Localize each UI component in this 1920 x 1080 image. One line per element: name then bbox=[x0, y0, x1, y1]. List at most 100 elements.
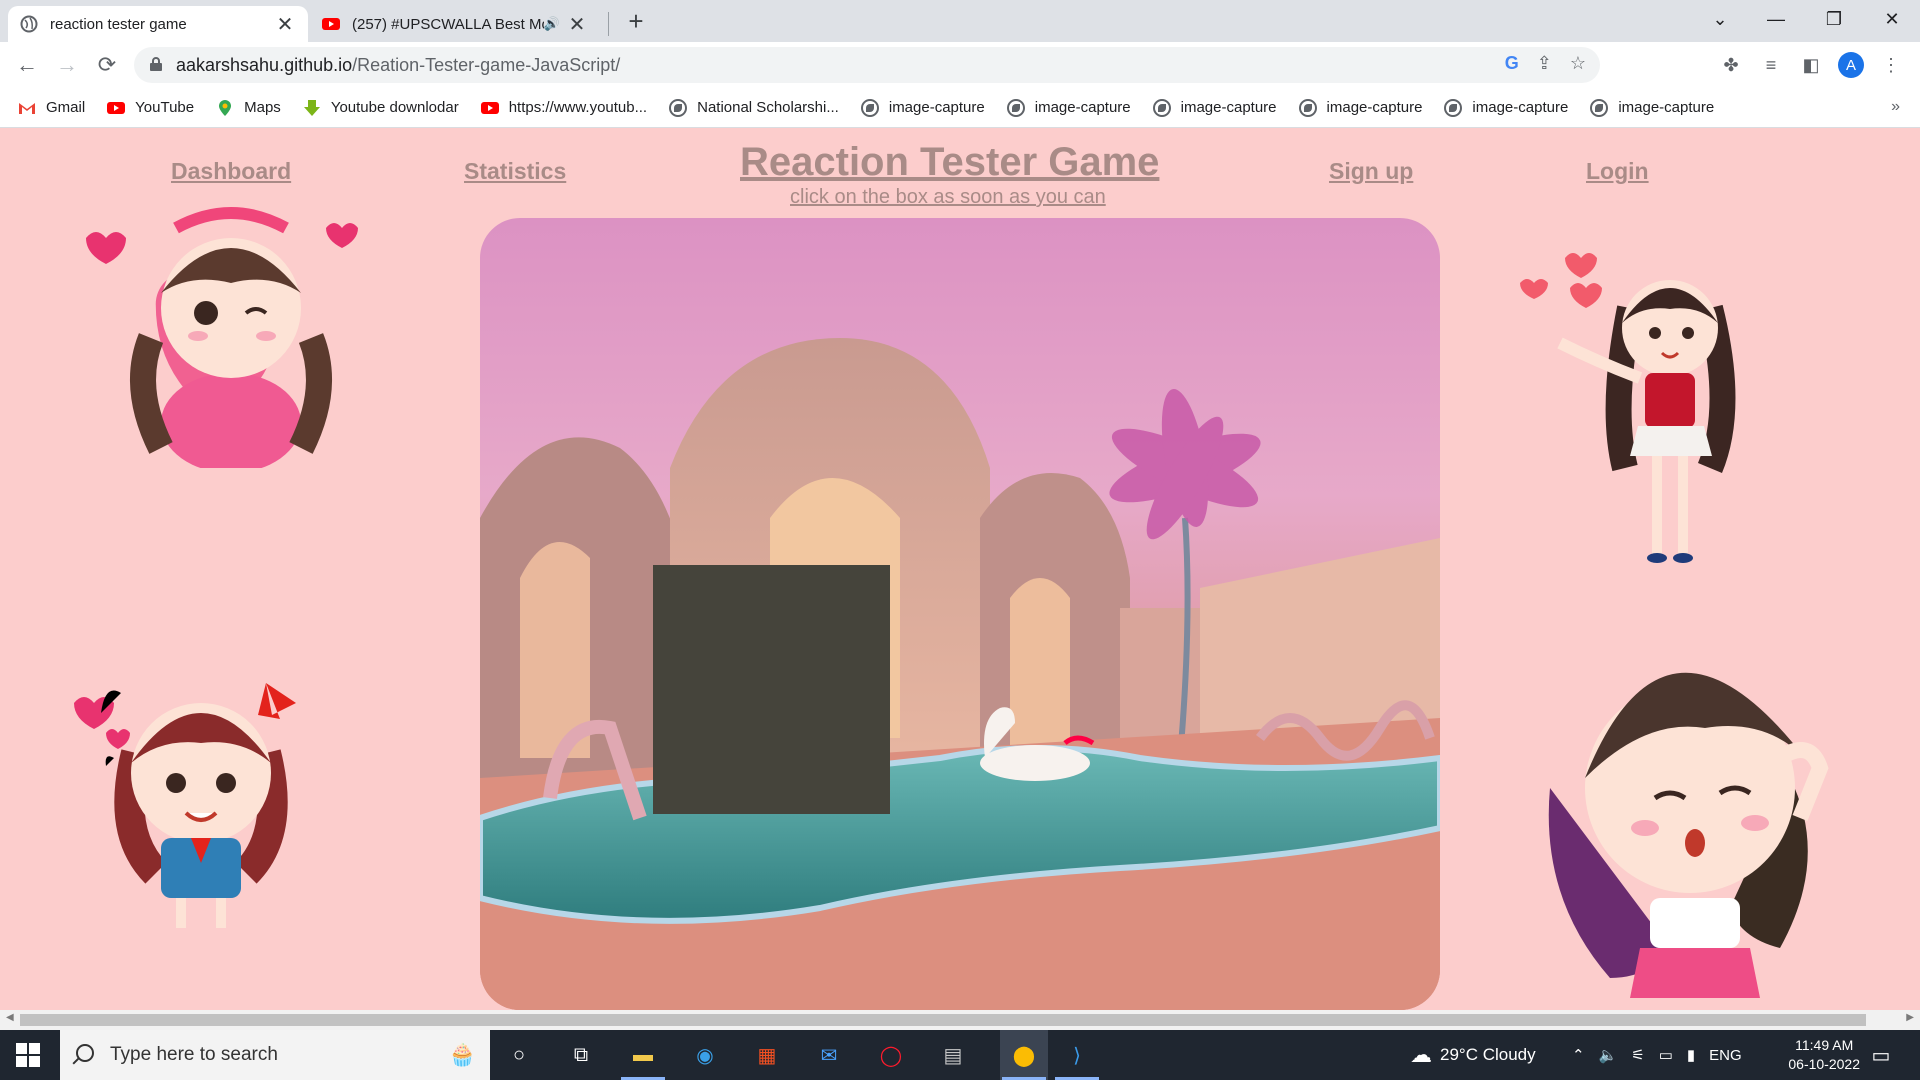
mail-icon[interactable]: ✉ bbox=[814, 1040, 844, 1070]
tab-title: (257) #UPSCWALLA Best Mo bbox=[352, 15, 544, 33]
task-view-icon[interactable]: ⧉ bbox=[566, 1040, 596, 1070]
weather-widget[interactable]: ☁ 29°C Cloudy bbox=[1410, 1030, 1536, 1080]
page-title: Reaction Tester Game bbox=[740, 140, 1160, 184]
media-control-icon[interactable]: ≡ bbox=[1756, 50, 1786, 80]
new-tab-button[interactable]: + bbox=[622, 6, 650, 37]
windows-taskbar: Type here to search 🧁 ○ ⧉ ▬ ◉ ▦ ✉ ◯ ▤ ⬤ … bbox=[0, 1030, 1920, 1080]
close-tab-icon[interactable]: ✕ bbox=[274, 12, 296, 37]
bookmark-national-scholarship[interactable]: National Scholarshi... bbox=[669, 98, 839, 117]
restore-button[interactable]: ❐ bbox=[1806, 0, 1862, 38]
browser-toolbar: ← → ⟳ aakarshsahu.github.io/Reation-Test… bbox=[0, 42, 1920, 88]
close-window-button[interactable]: ✕ bbox=[1864, 0, 1920, 38]
gmail-icon bbox=[19, 102, 35, 114]
chrome-icon[interactable]: ⬤ bbox=[1000, 1030, 1048, 1080]
tab-strip: reaction tester game ✕ (257) #UPSCWALLA … bbox=[0, 0, 1920, 42]
nav-signup[interactable]: Sign up bbox=[1329, 158, 1413, 185]
horizontal-scrollbar[interactable]: ◀ ▶ bbox=[0, 1010, 1920, 1030]
globe-icon bbox=[860, 98, 879, 117]
scroll-right-icon[interactable]: ▶ bbox=[1906, 1012, 1914, 1023]
globe-icon bbox=[1006, 98, 1025, 117]
bookmark-youtube-link[interactable]: https://www.youtub... bbox=[480, 99, 647, 117]
profile-avatar[interactable]: A bbox=[1836, 50, 1866, 80]
nav-login[interactable]: Login bbox=[1586, 158, 1649, 185]
tab-title: reaction tester game bbox=[50, 15, 187, 33]
address-bar[interactable]: aakarshsahu.github.io/Reation-Tester-gam… bbox=[134, 47, 1600, 83]
reload-button[interactable]: ⟳ bbox=[92, 50, 122, 80]
side-panel-icon[interactable]: ◧ bbox=[1796, 50, 1826, 80]
extensions-icon[interactable]: ✤ bbox=[1716, 50, 1746, 80]
cloud-icon: ☁ bbox=[1410, 1042, 1432, 1067]
minimize-button[interactable]: — bbox=[1748, 0, 1804, 38]
download-icon bbox=[303, 99, 320, 116]
bookmark-label: Gmail bbox=[46, 99, 86, 116]
maps-icon bbox=[219, 99, 232, 116]
opera-icon[interactable]: ◯ bbox=[876, 1040, 906, 1070]
scrollbar-thumb[interactable] bbox=[20, 1014, 1866, 1026]
cartoon-girl-purple-hair-image bbox=[1548, 672, 1829, 998]
youtube-icon bbox=[107, 101, 126, 114]
tab-youtube[interactable]: (257) #UPSCWALLA Best Mo 🔊 ✕ bbox=[310, 6, 600, 42]
speaker-icon[interactable]: 🔊 bbox=[544, 16, 560, 32]
close-tab-icon[interactable]: ✕ bbox=[566, 12, 588, 37]
bookmark-image-capture[interactable]: image-capture bbox=[1298, 98, 1423, 117]
forward-button[interactable]: → bbox=[52, 50, 82, 80]
weather-text: 29°C Cloudy bbox=[1440, 1045, 1536, 1064]
volume-icon[interactable]: 🔈 bbox=[1599, 1046, 1618, 1064]
pool-scene-background bbox=[480, 338, 1440, 1010]
nav-statistics[interactable]: Statistics bbox=[464, 158, 566, 185]
windows-start-icon[interactable] bbox=[16, 1043, 40, 1067]
reaction-target-box[interactable] bbox=[653, 565, 890, 814]
bookmark-image-capture[interactable]: image-capture bbox=[1152, 98, 1277, 117]
google-icon[interactable]: G bbox=[1505, 53, 1519, 74]
cortana-icon[interactable]: ○ bbox=[504, 1040, 534, 1070]
globe-icon bbox=[20, 15, 38, 33]
menu-icon[interactable]: ⋮ bbox=[1876, 50, 1906, 80]
bookmark-label: image-capture bbox=[1326, 99, 1423, 116]
bookmark-label: image-capture bbox=[888, 99, 985, 116]
share-icon[interactable]: ⇪ bbox=[1537, 53, 1552, 74]
more-bookmarks-icon[interactable]: » bbox=[1891, 98, 1900, 116]
cartoon-girl-red-bow-image bbox=[74, 683, 296, 928]
nav-dashboard[interactable]: Dashboard bbox=[171, 158, 291, 185]
bookmark-star-icon[interactable]: ☆ bbox=[1570, 53, 1586, 74]
calculator-icon[interactable]: ▤ bbox=[938, 1040, 968, 1070]
bookmark-image-capture[interactable]: image-capture bbox=[1006, 98, 1131, 117]
file-explorer-icon[interactable]: ▬ bbox=[628, 1040, 658, 1070]
bookmark-label: image-capture bbox=[1180, 99, 1277, 116]
bookmark-gmail[interactable]: Gmail bbox=[18, 99, 85, 117]
youtube-icon bbox=[322, 18, 340, 30]
bookmark-image-capture[interactable]: image-capture bbox=[860, 98, 985, 117]
vscode-icon[interactable]: ⟩ bbox=[1062, 1040, 1092, 1070]
language-indicator[interactable]: ENG bbox=[1709, 1047, 1742, 1064]
meet-icon[interactable]: ▭ bbox=[1659, 1046, 1673, 1064]
taskbar-clock[interactable]: 11:49 AM 06-10-2022 bbox=[1788, 1036, 1860, 1074]
bookmark-image-capture[interactable]: image-capture bbox=[1444, 98, 1568, 117]
globe-icon bbox=[1152, 98, 1171, 117]
youtube-icon bbox=[480, 101, 499, 114]
bookmark-label: National Scholarshi... bbox=[697, 99, 839, 116]
chevron-up-icon[interactable]: ⌃ bbox=[1572, 1046, 1585, 1064]
globe-icon bbox=[1298, 98, 1317, 117]
store-icon[interactable]: ▦ bbox=[752, 1040, 782, 1070]
tab-search-icon[interactable]: ⌄ bbox=[1692, 0, 1748, 38]
bookmark-youtube[interactable]: YouTube bbox=[107, 99, 194, 117]
bookmarks-bar: Gmail YouTube Maps Youtube downlodar htt… bbox=[0, 88, 1920, 128]
bookmark-youtube-downloader[interactable]: Youtube downlodar bbox=[303, 99, 459, 117]
page-subtitle: click on the box as soon as you can bbox=[790, 186, 1106, 208]
wifi-icon[interactable]: ⚟ bbox=[1631, 1046, 1644, 1064]
tab-separator bbox=[608, 12, 609, 36]
battery-icon[interactable]: ▮ bbox=[1687, 1046, 1695, 1064]
bookmark-image-capture[interactable]: image-capture bbox=[1590, 98, 1714, 117]
system-tray: ⌃ 🔈 ⚟ ▭ ▮ ENG bbox=[1572, 1030, 1742, 1080]
taskbar-search[interactable]: Type here to search 🧁 bbox=[60, 1030, 490, 1080]
clock-time: 11:49 AM bbox=[1795, 1037, 1854, 1053]
bookmark-maps[interactable]: Maps bbox=[216, 99, 281, 117]
page-content: Dashboard Statistics Reaction Tester Gam… bbox=[0, 128, 1920, 1010]
scroll-left-icon[interactable]: ◀ bbox=[6, 1012, 14, 1023]
edge-icon[interactable]: ◉ bbox=[690, 1040, 720, 1070]
notifications-icon[interactable]: ▭ bbox=[1866, 1040, 1896, 1070]
tab-reaction-tester[interactable]: reaction tester game ✕ bbox=[8, 6, 308, 42]
search-icon bbox=[76, 1044, 94, 1062]
bookmark-label: Youtube downlodar bbox=[330, 99, 459, 116]
back-button[interactable]: ← bbox=[12, 50, 42, 80]
